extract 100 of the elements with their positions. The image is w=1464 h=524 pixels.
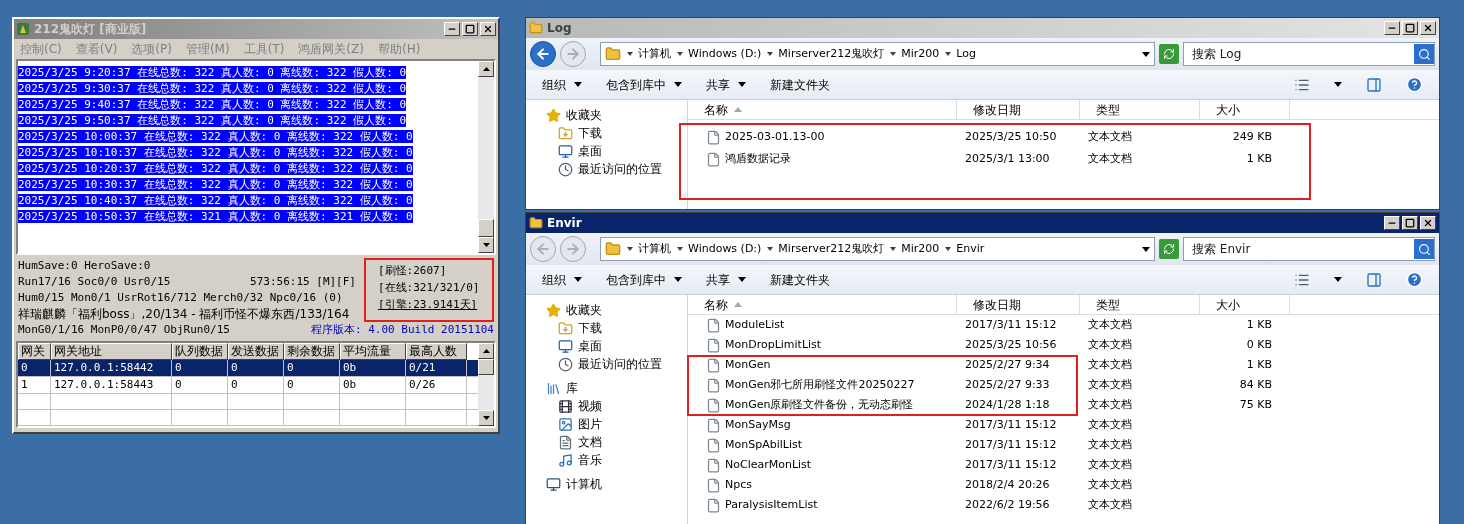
status-text: MonG0/1/16 MonP0/0/47 ObjRun0/15 bbox=[18, 322, 230, 338]
toolbar-button[interactable]: 包含到库中 bbox=[606, 75, 682, 94]
toolbar-button[interactable]: 新建文件夹 bbox=[770, 75, 830, 94]
close-button[interactable] bbox=[1420, 216, 1436, 230]
column-header[interactable]: 修改日期 bbox=[957, 100, 1080, 119]
modified-date: 2017/3/11 15:12 bbox=[964, 416, 1058, 433]
maximize-button[interactable] bbox=[1402, 21, 1418, 35]
breadcrumb-item[interactable]: Mirserver212鬼吹灯 bbox=[778, 45, 885, 63]
breadcrumb-item[interactable]: Mirserver212鬼吹灯 bbox=[778, 240, 885, 258]
table-row[interactable]: 1 127.0.0.1:58443 0 0 0 0b 0/26 bbox=[18, 377, 478, 394]
nav-item[interactable]: 最近访问的位置 bbox=[526, 160, 687, 178]
uptime-text: 573:56:15 [M][F] bbox=[250, 274, 356, 290]
file-type: 文本文档 bbox=[1087, 356, 1133, 373]
nav-item[interactable]: 文档 bbox=[526, 433, 687, 451]
preview-pane-icon[interactable] bbox=[1366, 271, 1382, 288]
nav-item[interactable]: 下载 bbox=[526, 319, 687, 337]
download-folder-icon bbox=[558, 125, 573, 141]
close-button[interactable] bbox=[1420, 21, 1436, 35]
file-row[interactable]: 2025-03-01.13-00 2025/3/25 10:50 文本文档 249 KB bbox=[688, 126, 1439, 148]
minimize-button[interactable] bbox=[1384, 216, 1400, 230]
star-icon bbox=[546, 107, 561, 123]
file-row[interactable]: MonGen原刷怪文件备份，无动态刷怪 2024/1/28 1:18 文本文档 75 KB bbox=[688, 395, 1439, 415]
file-row[interactable]: ParalysisItemList 2022/6/2 19:56 文本文档 bbox=[688, 495, 1439, 515]
column-header[interactable]: 网关地址 bbox=[51, 343, 172, 360]
file-row[interactable]: NoClearMonList 2017/3/11 15:12 文本文档 bbox=[688, 455, 1439, 475]
file-row[interactable]: MonGen邪七所用刷怪文件20250227 2025/2/27 9:33 文本文档 84 KB bbox=[688, 375, 1439, 395]
file-row[interactable]: MonSayMsg 2017/3/11 15:12 文本文档 bbox=[688, 415, 1439, 435]
file-row[interactable]: 鸿盾数据记录 2025/3/1 13:00 文本文档 1 KB bbox=[688, 148, 1439, 170]
sort-ascending-icon bbox=[734, 107, 742, 112]
breadcrumb-item[interactable]: Mir200 bbox=[901, 240, 940, 258]
breadcrumb-item[interactable]: 计算机 bbox=[638, 45, 671, 63]
column-header[interactable]: 类型 bbox=[1080, 295, 1200, 314]
breadcrumb-item[interactable]: 计算机 bbox=[638, 240, 671, 258]
column-header[interactable]: 最高人数 bbox=[406, 343, 467, 360]
file-row[interactable]: MonDropLimitList 2025/3/25 10:56 文本文档 0 KB bbox=[688, 335, 1439, 355]
scrollbar[interactable] bbox=[478, 61, 494, 253]
close-button[interactable] bbox=[480, 22, 496, 36]
help-icon[interactable] bbox=[1406, 76, 1423, 93]
nav-item[interactable]: 图片 bbox=[526, 415, 687, 433]
caret-icon[interactable] bbox=[1334, 277, 1342, 282]
nav-item[interactable]: 下载 bbox=[526, 124, 687, 142]
scrollbar[interactable] bbox=[478, 343, 494, 426]
column-header[interactable]: 类型 bbox=[1080, 100, 1200, 119]
column-header[interactable]: 大小 bbox=[1200, 295, 1290, 314]
toolbar-button[interactable]: 组织 bbox=[542, 75, 582, 94]
search-field[interactable]: 搜索 Envir bbox=[1183, 237, 1435, 261]
nav-item[interactable]: 音乐 bbox=[526, 451, 687, 469]
column-header[interactable]: 队列数据 bbox=[172, 343, 228, 360]
toolbar-button[interactable]: 包含到库中 bbox=[606, 270, 682, 289]
breadcrumb-item[interactable]: Log bbox=[956, 45, 976, 63]
text-file-icon bbox=[706, 437, 721, 453]
column-header[interactable]: 修改日期 bbox=[957, 295, 1080, 314]
nav-item[interactable]: 最近访问的位置 bbox=[526, 355, 687, 373]
help-icon[interactable] bbox=[1406, 271, 1423, 288]
caret-icon[interactable] bbox=[1334, 82, 1342, 87]
column-header[interactable]: 发送数据 bbox=[228, 343, 284, 360]
back-button[interactable] bbox=[530, 41, 556, 67]
file-row[interactable]: Npcs 2018/2/4 20:26 文本文档 bbox=[688, 475, 1439, 495]
address-bar[interactable]: 计算机 Windows (D:) Mirserver212鬼吹灯 Mir200 Log bbox=[600, 42, 1155, 66]
nav-item[interactable]: 视频 bbox=[526, 397, 687, 415]
maximize-icon bbox=[465, 24, 475, 34]
column-header[interactable]: 剩余数据 bbox=[284, 343, 340, 360]
column-header[interactable]: 网关 bbox=[18, 343, 51, 360]
nav-item[interactable]: 库 bbox=[526, 379, 687, 397]
maximize-button[interactable] bbox=[1402, 216, 1418, 230]
nav-item[interactable]: 收藏夹 bbox=[526, 106, 687, 124]
preview-pane-icon[interactable] bbox=[1366, 76, 1382, 93]
nav-item[interactable]: 桌面 bbox=[526, 337, 687, 355]
toolbar-button[interactable]: 组织 bbox=[542, 270, 582, 289]
clock-icon bbox=[558, 356, 573, 372]
minimize-button[interactable] bbox=[444, 22, 460, 36]
nav-item[interactable]: 计算机 bbox=[526, 475, 687, 493]
toolbar-button[interactable]: 共享 bbox=[706, 270, 746, 289]
address-bar[interactable]: 计算机 Windows (D:) Mirserver212鬼吹灯 Mir200 Envir bbox=[600, 237, 1155, 261]
refresh-button[interactable] bbox=[1159, 44, 1179, 64]
nav-item[interactable]: 收藏夹 bbox=[526, 301, 687, 319]
breadcrumb-item[interactable]: Envir bbox=[956, 240, 985, 258]
file-row[interactable]: ModuleList 2017/3/11 15:12 文本文档 1 KB bbox=[688, 315, 1439, 335]
scroll-thumb[interactable] bbox=[478, 359, 494, 375]
minimize-button[interactable] bbox=[1384, 21, 1400, 35]
caret-icon bbox=[738, 82, 746, 87]
table-row[interactable]: 0 127.0.0.1:58442 0 0 0 0b 0/21 bbox=[18, 360, 478, 377]
breadcrumb-item[interactable]: Windows (D:) bbox=[688, 45, 762, 63]
column-header[interactable]: 平均流量 bbox=[340, 343, 406, 360]
column-header[interactable]: 大小 bbox=[1200, 100, 1290, 119]
search-field[interactable]: 搜索 Log bbox=[1183, 42, 1435, 66]
scroll-thumb[interactable] bbox=[478, 219, 494, 237]
maximize-button[interactable] bbox=[462, 22, 478, 36]
file-type: 文本文档 bbox=[1087, 456, 1133, 473]
breadcrumb-item[interactable]: Windows (D:) bbox=[688, 240, 762, 258]
toolbar-button[interactable]: 新建文件夹 bbox=[770, 270, 830, 289]
nav-item[interactable]: 桌面 bbox=[526, 142, 687, 160]
column-header[interactable]: 名称 bbox=[688, 100, 957, 119]
toolbar-button[interactable]: 共享 bbox=[706, 75, 746, 94]
breadcrumb-item[interactable]: Mir200 bbox=[901, 45, 940, 63]
file-row[interactable]: MonSpAbilList 2017/3/11 15:12 文本文档 bbox=[688, 435, 1439, 455]
refresh-button[interactable] bbox=[1159, 239, 1179, 259]
column-header[interactable]: 名称 bbox=[688, 295, 957, 314]
file-name: NoClearMonList bbox=[725, 456, 812, 473]
file-row[interactable]: MonGen 2025/2/27 9:34 文本文档 1 KB bbox=[688, 355, 1439, 375]
